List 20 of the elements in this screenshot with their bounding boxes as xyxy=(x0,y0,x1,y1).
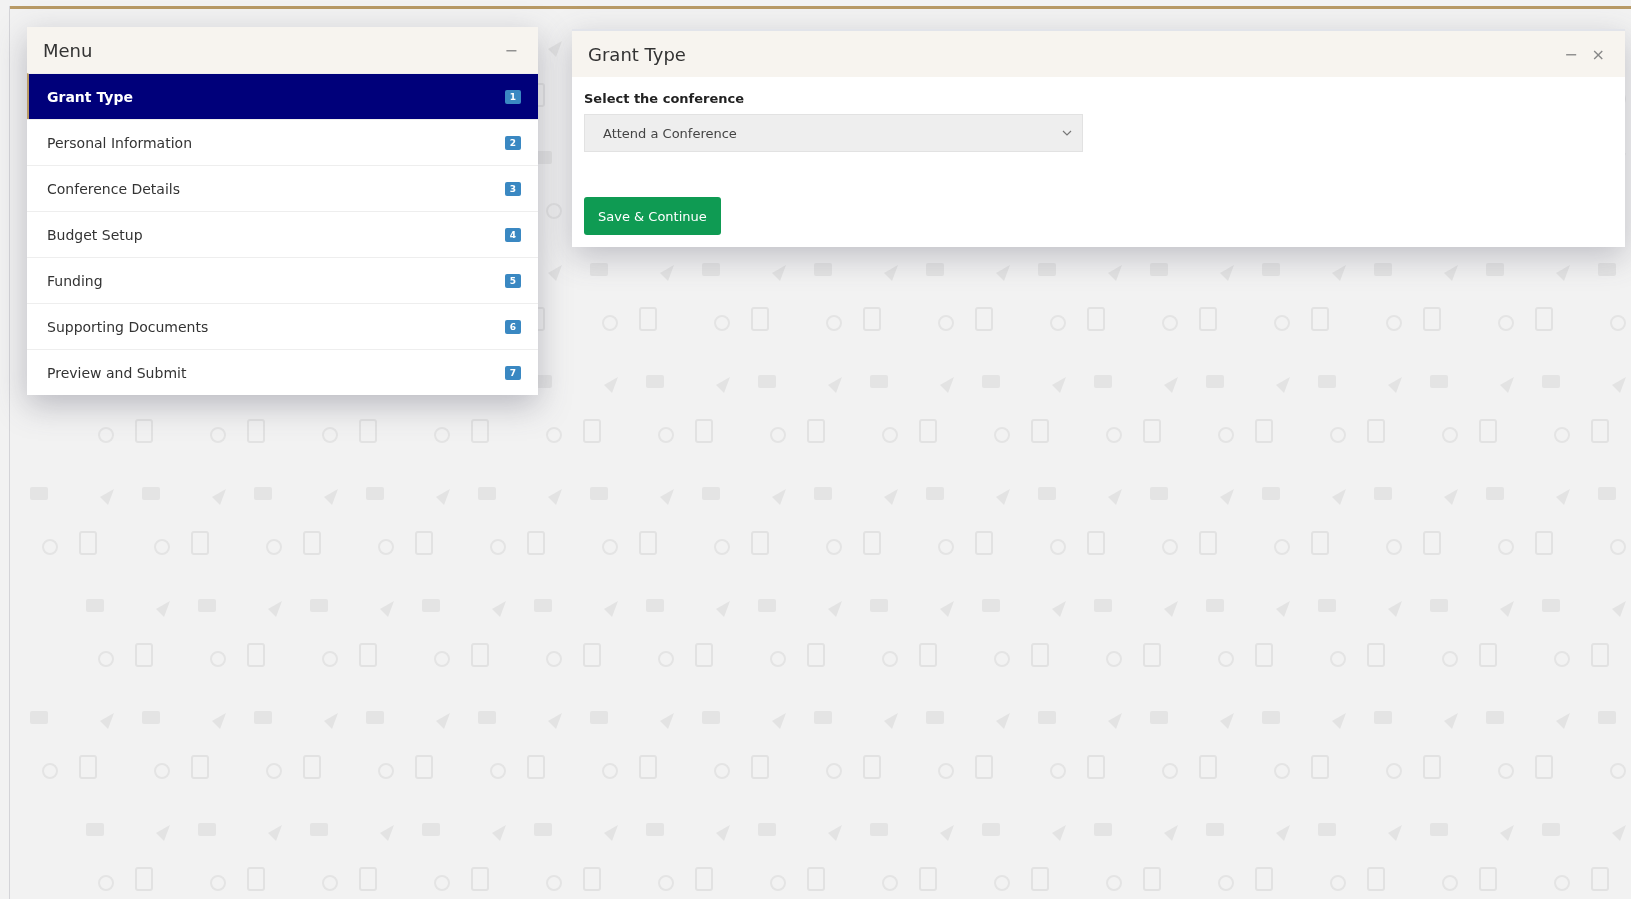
chevron-icon xyxy=(1062,130,1072,136)
menu-item[interactable]: Preview and Submit 7 xyxy=(27,349,538,395)
menu-item[interactable]: Budget Setup 4 xyxy=(27,211,538,257)
step-badge: 1 xyxy=(504,89,521,104)
menu-item[interactable]: Supporting Documents 6 xyxy=(27,303,538,349)
step-badge: 7 xyxy=(504,365,521,380)
step-badge: 2 xyxy=(504,135,521,150)
menu-item[interactable]: Personal Information 2 xyxy=(27,119,538,165)
step-badge: 3 xyxy=(504,181,521,196)
conference-select[interactable]: Attend a Conference xyxy=(584,114,1083,152)
save-continue-button[interactable]: Save & Continue xyxy=(584,197,721,235)
field-label: Select the conference xyxy=(584,91,746,106)
panel-title: Grant Type xyxy=(588,43,686,65)
menu-item[interactable]: Conference Details 3 xyxy=(27,165,538,211)
step-badge: 5 xyxy=(504,273,521,288)
step-badge: 6 xyxy=(504,319,521,334)
menu-item[interactable]: Grant Type 1 xyxy=(27,73,538,119)
menu-item[interactable]: Funding 5 xyxy=(27,257,538,303)
step-badge: 4 xyxy=(504,227,521,242)
menu-title: Menu xyxy=(43,39,93,61)
